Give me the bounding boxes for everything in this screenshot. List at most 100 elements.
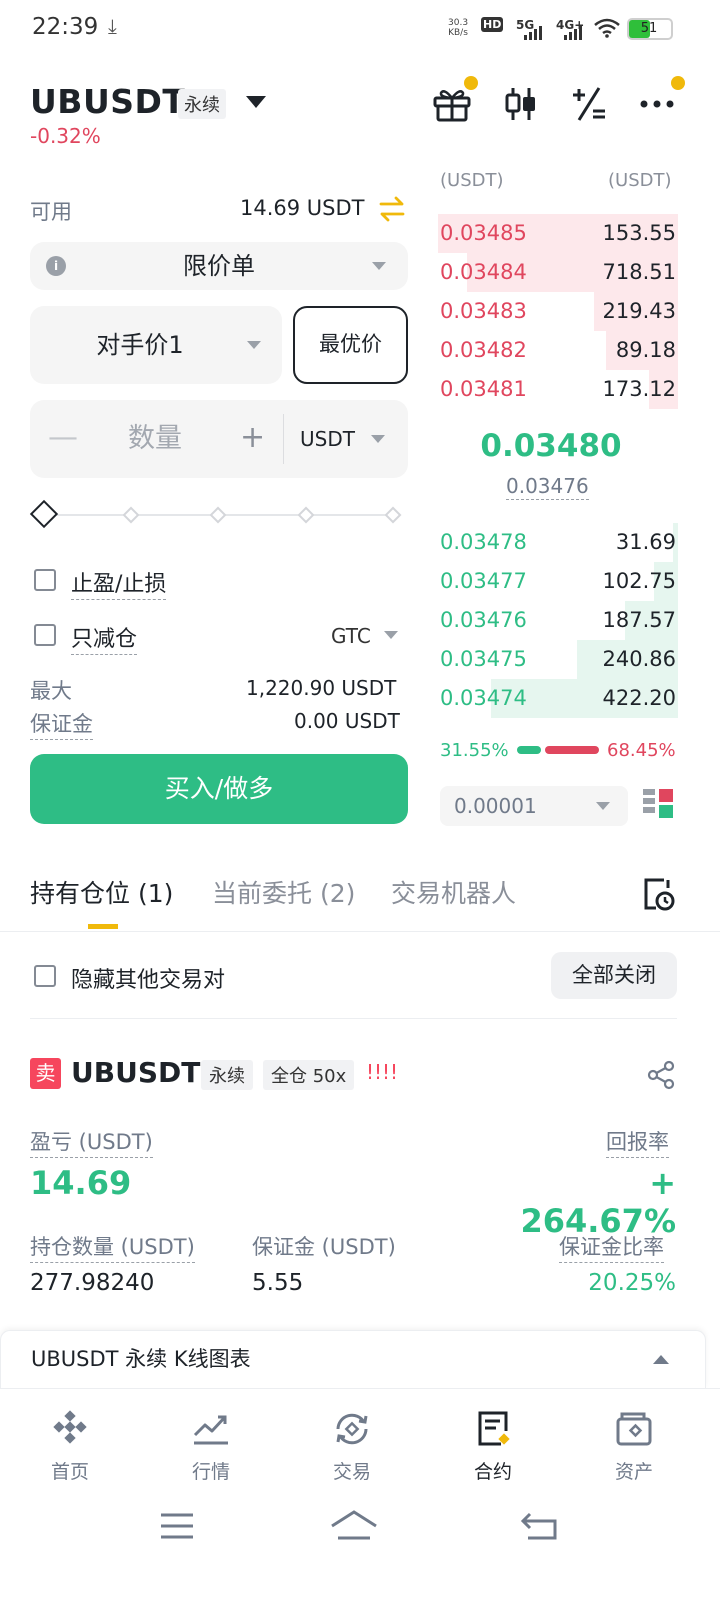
signal1-icon	[524, 26, 542, 40]
quantity-input[interactable]: 数量	[128, 400, 182, 478]
margin-ratio-value: 20.25%	[588, 1270, 676, 1296]
bid-row[interactable]: 0.03477 102.75	[438, 562, 678, 601]
home-icon[interactable]	[330, 1510, 378, 1542]
share-icon[interactable]	[646, 1060, 676, 1090]
history-icon[interactable]	[640, 874, 676, 912]
ask-qty: 219.43	[602, 299, 676, 323]
sell-ratio-bar	[545, 746, 599, 754]
slider-node-25[interactable]	[122, 506, 140, 524]
bid-row[interactable]: 0.03475 240.86	[438, 640, 678, 679]
divider	[30, 1018, 677, 1019]
sell-ratio: 68.45%	[607, 740, 676, 761]
bid-price: 0.03476	[440, 608, 527, 632]
ask-row[interactable]: 0.03482 89.18	[438, 331, 678, 370]
battery-percent: 51	[640, 21, 658, 36]
position-margin-mode-tag[interactable]: 全仓 50x	[263, 1060, 355, 1090]
bottom-navigation: 首页 行情 交易 合约 资产	[0, 1388, 720, 1488]
menu-icon[interactable]	[160, 1512, 194, 1540]
bid-row[interactable]: 0.03478 31.69	[438, 523, 678, 562]
more-icon[interactable]	[637, 84, 677, 124]
ask-row[interactable]: 0.03481 173.12	[438, 370, 678, 409]
bid-price: 0.03477	[440, 569, 527, 593]
quantity-unit-select[interactable]: USDT	[300, 400, 355, 478]
pnl-value: 14.69	[30, 1164, 132, 1202]
margin-ratio-label[interactable]: 保证金比率	[559, 1231, 664, 1263]
price-mode-select[interactable]: 对手价1	[30, 306, 282, 384]
wallet-icon	[616, 1412, 652, 1446]
ask-price: 0.03484	[440, 260, 527, 284]
bid-qty: 422.20	[602, 686, 676, 710]
quantity-decrease-button[interactable]: —	[48, 400, 78, 476]
more-notification-dot	[671, 76, 685, 90]
nav-futures[interactable]: 合约	[443, 1389, 543, 1489]
slider-node-75[interactable]	[297, 506, 315, 524]
buy-long-button[interactable]: 买入/做多	[30, 754, 408, 824]
leverage-slider[interactable]	[29, 499, 410, 530]
reduce-only-checkbox[interactable]	[34, 624, 56, 646]
hide-other-pairs-label[interactable]: 隐藏其他交易对	[71, 962, 225, 994]
order-type-select[interactable]: i 限价单	[30, 242, 408, 290]
chevron-down-icon	[384, 631, 398, 639]
nav-label: 行情	[191, 1461, 230, 1483]
price-change: -0.32%	[30, 124, 101, 148]
nav-label: 首页	[50, 1461, 89, 1483]
tpsl-label[interactable]: 止盈/止损	[71, 566, 167, 600]
chevron-down-icon	[596, 802, 610, 810]
kline-chart-drawer[interactable]: UBUSDT 永续 K线图表	[0, 1330, 706, 1388]
quantity-increase-button[interactable]: +	[240, 400, 265, 476]
tab-trading-bots[interactable]: 交易机器人	[391, 874, 516, 910]
tpsl-checkbox[interactable]	[34, 569, 56, 591]
network-speed-unit: KB/s	[448, 28, 468, 38]
nav-markets[interactable]: 行情	[161, 1389, 261, 1489]
time-in-force-select[interactable]: GTC	[331, 624, 371, 648]
status-bar: 22:39 ⤓ 30.3 KB/s HD 5G 4G+ 51	[0, 0, 720, 58]
pair-dropdown-icon[interactable]	[246, 96, 266, 108]
ask-row[interactable]: 0.03484 718.51	[438, 253, 678, 292]
transfer-icon[interactable]	[378, 196, 406, 222]
candlestick-icon[interactable]	[501, 84, 541, 124]
orderbook-layout-icon[interactable]	[643, 789, 673, 819]
tick-size-select[interactable]: 0.00001	[440, 786, 628, 826]
bid-row[interactable]: 0.03474 422.20	[438, 679, 678, 718]
position-size-label[interactable]: 持仓数量 (USDT)	[30, 1231, 195, 1263]
best-price-button[interactable]: 最优价	[293, 306, 408, 384]
buy-ratio-bar	[517, 746, 541, 754]
slider-node-100[interactable]	[384, 506, 402, 524]
order-type-label: 限价单	[183, 252, 255, 280]
quantity-field[interactable]: — 数量 + USDT	[30, 400, 408, 478]
max-label: 最大	[30, 679, 72, 703]
trade-swap-icon	[336, 1413, 368, 1445]
ask-qty: 89.18	[615, 338, 676, 362]
ask-row[interactable]: 0.03483 219.43	[438, 292, 678, 331]
ask-price: 0.03485	[440, 221, 527, 245]
positions-tabs: 持有仓位 (1) 当前委托 (2) 交易机器人	[0, 850, 720, 932]
chevron-up-icon[interactable]	[653, 1355, 669, 1364]
system-navigation-bar	[0, 1490, 720, 1600]
hide-other-pairs-checkbox[interactable]	[34, 965, 56, 987]
mark-price[interactable]: 0.03476	[506, 474, 589, 500]
pnl-label[interactable]: 盈亏 (USDT)	[30, 1126, 153, 1158]
ask-row[interactable]: 0.03485 153.55	[438, 214, 678, 253]
slider-node-50[interactable]	[209, 506, 227, 524]
tab-open-orders[interactable]: 当前委托 (2)	[212, 874, 355, 910]
nav-home[interactable]: 首页	[20, 1389, 120, 1489]
market-chart-icon	[193, 1415, 228, 1445]
gift-icon[interactable]	[432, 84, 472, 124]
calculator-icon[interactable]	[569, 84, 609, 124]
close-all-button[interactable]: 全部关闭	[551, 952, 677, 999]
pair-title[interactable]: UBUSDT	[30, 82, 185, 121]
position-symbol[interactable]: UBUSDT	[71, 1056, 200, 1089]
slider-thumb[interactable]	[29, 499, 59, 529]
roe-label[interactable]: 回报率	[606, 1126, 669, 1158]
ask-price: 0.03481	[440, 377, 527, 401]
tab-positions[interactable]: 持有仓位 (1)	[30, 874, 173, 910]
battery-icon: 51	[627, 18, 673, 40]
back-icon[interactable]	[520, 1510, 558, 1542]
available-value: 14.69 USDT	[240, 196, 365, 220]
nav-assets[interactable]: 资产	[584, 1389, 684, 1489]
nav-trade[interactable]: 交易	[302, 1389, 402, 1489]
reduce-only-label[interactable]: 只减仓	[71, 621, 138, 655]
network-speed: 30.3 KB/s	[448, 18, 468, 38]
bid-row[interactable]: 0.03476 187.57	[438, 601, 678, 640]
status-time: 22:39	[32, 14, 99, 40]
